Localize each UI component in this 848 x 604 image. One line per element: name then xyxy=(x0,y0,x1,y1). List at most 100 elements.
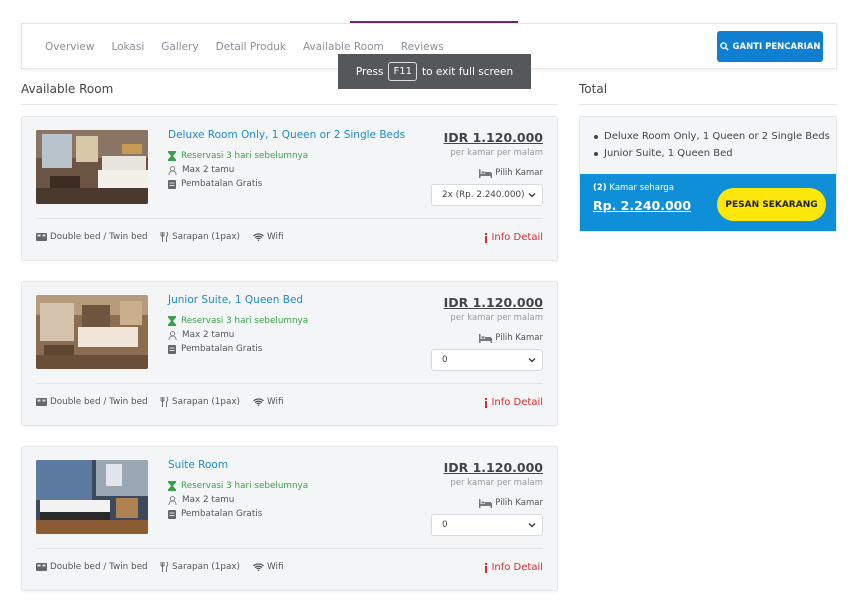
user-icon xyxy=(168,165,177,175)
available-room-rule xyxy=(21,104,558,105)
fullscreen-toast: Press F11 to exit full screen xyxy=(338,54,531,89)
room-name-link[interactable]: Deluxe Room Only, 1 Queen or 2 Single Be… xyxy=(168,129,405,141)
guests-text: Max 2 tamu xyxy=(182,495,235,505)
chevron-down-icon xyxy=(528,358,536,363)
bed-amenity: Double bed / Twin bed xyxy=(36,562,148,572)
order-now-button[interactable]: PESAN SEKARANG xyxy=(717,188,826,221)
reservation-text: Reservasi 3 hari sebelumnya xyxy=(181,151,309,161)
bullet-icon xyxy=(594,151,598,156)
info-detail-text: Info Detail xyxy=(491,232,543,243)
wifi-icon xyxy=(253,233,264,241)
bed-icon xyxy=(36,398,47,406)
guests-feature: Max 2 tamu xyxy=(168,165,234,175)
cancellation-text: Pembatalan Gratis xyxy=(181,344,263,354)
total-price-bar: (2) Kamar seharga Rp. 2.240.000 PESAN SE… xyxy=(580,174,836,231)
card-divider xyxy=(36,218,543,219)
change-search-button[interactable]: GANTI PENCARIAN xyxy=(717,31,823,62)
info-detail-text: Info Detail xyxy=(491,562,543,573)
wifi-text: Wifi xyxy=(267,562,284,572)
selected-room-name: Deluxe Room Only, 1 Queen or 2 Single Be… xyxy=(604,131,830,142)
nav-link-overview[interactable]: Overview xyxy=(45,41,94,53)
card-divider xyxy=(36,548,543,549)
room-price: IDR 1.120.000 xyxy=(443,460,543,475)
breakfast-amenity: Sarapan (1pax) xyxy=(160,397,240,407)
room-name-link[interactable]: Junior Suite, 1 Queen Bed xyxy=(168,294,303,306)
reservation-feature: Reservasi 3 hari sebelumnya xyxy=(168,481,308,491)
nav-link-lokasi[interactable]: Lokasi xyxy=(111,41,144,53)
change-search-label: GANTI PENCARIAN xyxy=(732,41,821,52)
room-name-link[interactable]: Suite Room xyxy=(168,459,228,471)
guests-feature: Max 2 tamu xyxy=(168,495,234,505)
room-count-suffix: Kamar seharga xyxy=(609,183,674,193)
room-photo[interactable] xyxy=(36,295,148,369)
room-photo[interactable] xyxy=(36,130,148,204)
nav-link-available-room[interactable]: Available Room xyxy=(303,41,384,53)
bed-amenity: Double bed / Twin bed xyxy=(36,232,148,242)
pick-room-label: Pilih Kamar xyxy=(479,498,543,508)
wifi-icon xyxy=(253,398,264,406)
breakfast-amenity: Sarapan (1pax) xyxy=(160,562,240,572)
bed-amenity: Double bed / Twin bed xyxy=(36,397,148,407)
reservation-text: Reservasi 3 hari sebelumnya xyxy=(181,481,309,491)
bed-icon xyxy=(479,333,493,343)
info-icon xyxy=(485,562,488,573)
bed-icon xyxy=(479,168,493,178)
cancellation-text: Pembatalan Gratis xyxy=(181,509,263,519)
room-price: IDR 1.120.000 xyxy=(443,295,543,310)
selected-rooms-list: Deluxe Room Only, 1 Queen or 2 Single Be… xyxy=(594,131,830,165)
search-icon xyxy=(719,42,729,51)
bed-icon xyxy=(36,233,47,241)
reservation-feature: Reservasi 3 hari sebelumnya xyxy=(168,151,308,161)
guests-feature: Max 2 tamu xyxy=(168,330,234,340)
total-summary: Deluxe Room Only, 1 Queen or 2 Single Be… xyxy=(579,116,837,232)
room-quantity-select[interactable]: 0 xyxy=(431,514,543,536)
nav-link-detail-produk[interactable]: Detail Produk xyxy=(216,41,286,53)
reservation-text: Reservasi 3 hari sebelumnya xyxy=(181,316,309,326)
wifi-amenity: Wifi xyxy=(253,397,284,407)
total-rule xyxy=(579,104,837,105)
room-photo[interactable] xyxy=(36,460,148,534)
price-unit: per kamar per malam xyxy=(450,313,543,323)
room-card: Junior Suite, 1 Queen Bed Reservasi 3 ha… xyxy=(21,281,558,426)
guests-text: Max 2 tamu xyxy=(182,165,235,175)
room-card: Suite Room Reservasi 3 hari sebelumnya M… xyxy=(21,446,558,591)
card-divider xyxy=(36,383,543,384)
hourglass-icon xyxy=(168,481,176,491)
nav-link-reviews[interactable]: Reviews xyxy=(401,41,444,53)
toast-key: F11 xyxy=(388,62,417,81)
cancellation-feature: Pembatalan Gratis xyxy=(168,509,262,519)
info-detail-link[interactable]: Info Detail xyxy=(484,232,543,243)
quantity-value: 0 xyxy=(442,520,448,530)
guests-text: Max 2 tamu xyxy=(182,330,235,340)
selected-room-name: Junior Suite, 1 Queen Bed xyxy=(604,148,733,159)
info-detail-link[interactable]: Info Detail xyxy=(484,562,543,573)
bed-icon xyxy=(36,563,47,571)
utensils-icon xyxy=(160,562,169,572)
room-quantity-select[interactable]: 0 xyxy=(431,349,543,371)
selected-room-item: Deluxe Room Only, 1 Queen or 2 Single Be… xyxy=(594,131,830,142)
pick-room-text: Pilih Kamar xyxy=(495,498,543,508)
room-card: Deluxe Room Only, 1 Queen or 2 Single Be… xyxy=(21,116,558,261)
wifi-text: Wifi xyxy=(267,397,284,407)
utensils-icon xyxy=(160,232,169,242)
info-detail-link[interactable]: Info Detail xyxy=(484,397,543,408)
hourglass-icon xyxy=(168,316,176,326)
toast-press: Press xyxy=(355,65,384,78)
pick-room-label: Pilih Kamar xyxy=(479,333,543,343)
nav-link-gallery[interactable]: Gallery xyxy=(161,41,198,53)
bed-text: Double bed / Twin bed xyxy=(50,397,148,407)
cancellation-feature: Pembatalan Gratis xyxy=(168,344,262,354)
room-quantity-select[interactable]: 2x (Rp. 2.240.000) xyxy=(431,184,543,206)
info-icon xyxy=(485,397,488,408)
breakfast-amenity: Sarapan (1pax) xyxy=(160,232,240,242)
bed-text: Double bed / Twin bed xyxy=(50,562,148,572)
info-detail-text: Info Detail xyxy=(491,397,543,408)
breakfast-text: Sarapan (1pax) xyxy=(172,562,240,572)
wifi-icon xyxy=(253,563,264,571)
hourglass-icon xyxy=(168,151,176,161)
pick-room-label: Pilih Kamar xyxy=(479,168,543,178)
info-icon xyxy=(485,232,488,243)
quantity-value: 0 xyxy=(442,355,448,365)
cancellation-feature: Pembatalan Gratis xyxy=(168,179,262,189)
room-count: (2) xyxy=(593,183,607,193)
